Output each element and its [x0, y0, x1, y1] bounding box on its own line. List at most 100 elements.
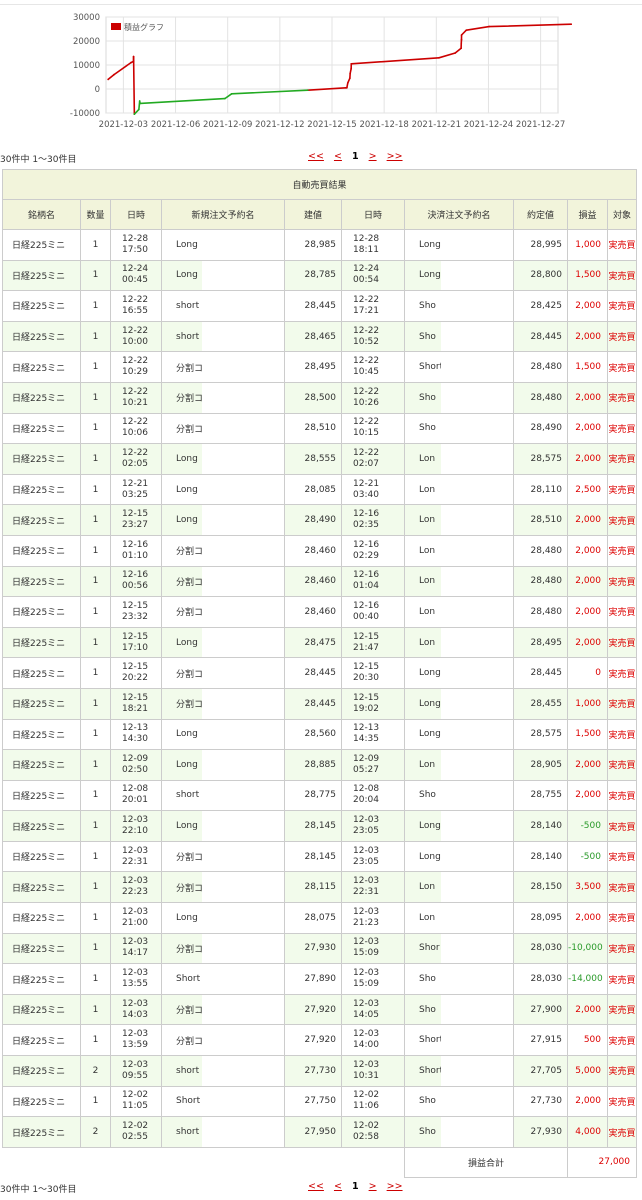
- symbol-name: 日経225ミニ: [2, 412, 81, 445]
- open-datetime: 12-22 02:05: [110, 443, 162, 475]
- open-order-name: Short: [161, 963, 285, 995]
- redaction-mask: [441, 1117, 513, 1147]
- legend-swatch: [111, 23, 121, 30]
- close-price: 28,425: [513, 290, 568, 322]
- last-page-link[interactable]: >>: [387, 151, 403, 162]
- quantity: 1: [80, 290, 111, 322]
- redaction-mask: [202, 658, 284, 688]
- redaction-mask: [202, 719, 284, 749]
- open-order-name: 分割コ: [161, 993, 285, 1026]
- table-row: 日経225ミニ 1 12-03 22:31 分割コ 28,145 12-03 23:05 Lon…: [2, 840, 638, 873]
- next-page-link[interactable]: >: [369, 151, 377, 162]
- symbol-name: 日経225ミニ: [2, 381, 81, 414]
- close-price: 28,575: [513, 718, 568, 751]
- open-order-name: 分割コ: [161, 932, 285, 965]
- open-order-name: Long: [161, 749, 285, 781]
- data-point: [224, 97, 226, 100]
- close-order-name: Sho: [404, 1116, 514, 1148]
- open-price: 28,785: [284, 259, 342, 292]
- y-tick-label: 10000: [73, 61, 100, 71]
- open-price: 27,930: [284, 932, 342, 965]
- close-datetime: 12-15 20:30: [341, 657, 405, 689]
- quantity: 1: [80, 320, 111, 353]
- close-price: 27,730: [513, 1085, 568, 1118]
- close-order-name: Lon: [404, 443, 514, 475]
- profit-loss: 1,500: [567, 259, 608, 292]
- quantity: 1: [80, 657, 111, 689]
- close-datetime: 12-03 14:05: [341, 993, 405, 1026]
- quantity: 1: [80, 871, 111, 904]
- data-point: [138, 100, 141, 102]
- open-order-name: Long: [161, 259, 285, 292]
- table-row: 日経225ミニ 1 12-22 10:06 分割コ 28,510 12-22 10:15 Sho…: [2, 412, 638, 445]
- symbol-name: 日経225ミニ: [2, 902, 81, 934]
- y-tick-label: 20000: [73, 37, 100, 47]
- close-datetime: 12-16 00:40: [341, 596, 405, 628]
- quantity: 2: [80, 1055, 111, 1087]
- open-price: 28,460: [284, 534, 342, 567]
- profit-loss: 2,000: [567, 320, 608, 353]
- redaction-mask: [441, 444, 513, 474]
- quantity: 1: [80, 565, 111, 598]
- symbol-name: 日経225ミニ: [2, 1055, 81, 1087]
- close-price: 28,755: [513, 779, 568, 812]
- first-page-link[interactable]: <<: [308, 1181, 324, 1192]
- close-datetime: 12-16 02:35: [341, 504, 405, 536]
- redaction-mask: [441, 903, 513, 933]
- pagination: << < 1 > >>: [308, 151, 410, 162]
- profit-loss: 1,500: [567, 718, 608, 751]
- open-price: 28,495: [284, 351, 342, 383]
- last-page-link[interactable]: >>: [387, 1181, 403, 1192]
- target-type: 実売買: [606, 473, 638, 506]
- open-price: 28,445: [284, 687, 342, 720]
- quantity: 1: [80, 596, 111, 628]
- close-price: 28,800: [513, 259, 568, 292]
- close-order-name: Sho: [404, 963, 514, 995]
- total-row: 損益合計 27,000: [2, 1146, 638, 1178]
- quantity: 1: [80, 1085, 111, 1118]
- first-page-link[interactable]: <<: [308, 151, 324, 162]
- data-point: [460, 39, 463, 41]
- open-order-name: Long: [161, 626, 285, 659]
- quantity: 1: [80, 932, 111, 965]
- redaction-mask: [441, 261, 513, 290]
- redaction-mask: [441, 872, 513, 902]
- close-price: 28,480: [513, 381, 568, 414]
- symbol-name: 日経225ミニ: [2, 657, 81, 689]
- close-datetime: 12-03 22:31: [341, 871, 405, 904]
- data-point: [139, 102, 141, 105]
- redaction-mask: [441, 628, 513, 657]
- open-datetime: 12-02 02:55: [110, 1116, 162, 1148]
- open-datetime: 12-03 13:55: [110, 963, 162, 995]
- data-point: [138, 108, 140, 111]
- target-type: 実売買: [606, 259, 638, 292]
- target-type: 実売買: [606, 779, 638, 812]
- prev-page-link[interactable]: <: [334, 151, 342, 162]
- close-price: 28,095: [513, 902, 568, 934]
- quantity: 1: [80, 810, 111, 842]
- next-page-link[interactable]: >: [369, 1181, 377, 1192]
- close-price: 28,480: [513, 596, 568, 628]
- close-price: 27,915: [513, 1024, 568, 1057]
- prev-page-link[interactable]: <: [334, 1181, 342, 1192]
- close-price: 28,905: [513, 749, 568, 781]
- open-datetime: 12-02 11:05: [110, 1085, 162, 1118]
- open-price: 28,510: [284, 412, 342, 445]
- quantity: 1: [80, 259, 111, 292]
- result-count: 30件中 1〜30件目: [0, 1185, 77, 1195]
- redaction-mask: [202, 536, 284, 566]
- table-row: 日経225ミニ 1 12-21 03:25 Long 28,085 12-21 03:40 Lo…: [2, 473, 638, 506]
- data-point: [107, 78, 109, 81]
- redaction-mask: [441, 964, 513, 994]
- data-point: [306, 89, 309, 91]
- data-point: [349, 72, 351, 75]
- table-row: 日経225ミニ 1 12-22 02:05 Long 28,555 12-22 02:07 Lo…: [2, 443, 638, 475]
- table-row: 日経225ミニ 1 12-15 18:21 分割コ 28,445 12-15 19:02 Lon…: [2, 687, 638, 720]
- open-datetime: 12-16 01:10: [110, 534, 162, 567]
- open-order-name: 分割コ: [161, 871, 285, 904]
- close-order-name: Lon: [404, 565, 514, 598]
- open-price: 28,460: [284, 565, 342, 598]
- redaction-mask: [441, 597, 513, 627]
- table-row: 日経225ミニ 1 12-13 14:30 Long 28,560 12-13 14:35 Lo…: [2, 718, 638, 751]
- data-point: [113, 73, 115, 76]
